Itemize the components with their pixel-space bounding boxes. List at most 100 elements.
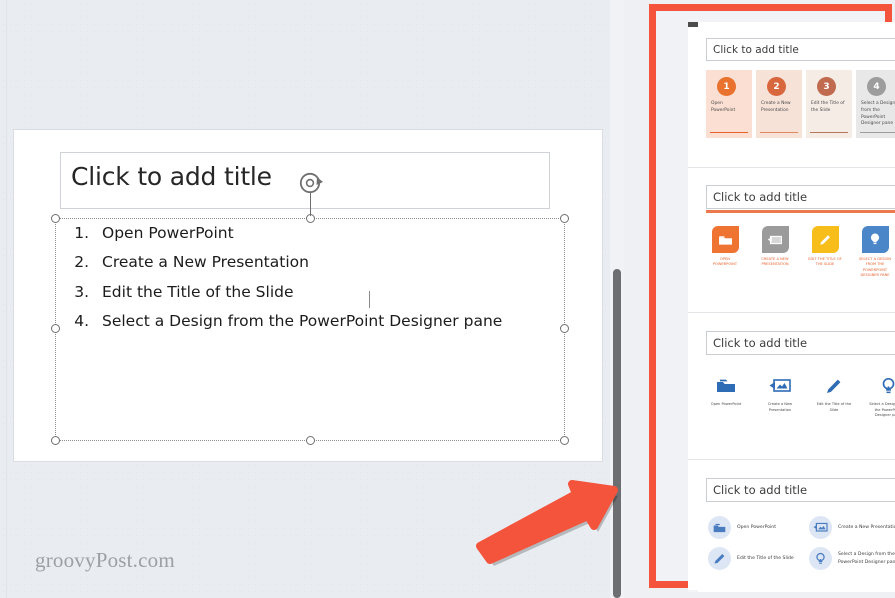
powerpoint-window: Click to add title Open PowerPoint Creat… <box>0 0 895 598</box>
body-placeholder[interactable]: Open PowerPoint Create a New Presentatio… <box>55 218 565 441</box>
tile-item: OPEN POWERPOINT <box>708 226 742 279</box>
lightbulb-icon <box>861 226 889 253</box>
folder-icon <box>711 226 739 253</box>
badge-label: Open PowerPoint <box>737 524 777 530</box>
resize-handle-middle-right[interactable] <box>560 324 569 333</box>
tile-label: SELECT A DESIGN FROM THE POWERPOINT DESI… <box>858 257 892 278</box>
icon-label: Create a New Presentation <box>767 402 793 412</box>
lightbulb-glyph <box>816 552 825 564</box>
tile-item: EDIT THE TITLE OF THE SLIDE <box>808 226 842 279</box>
design-thumbnail: Click to add title 1 Open PowerPoint 2 C… <box>698 22 895 163</box>
column-label: Create a New Presentation <box>761 101 791 113</box>
designer-design-list[interactable]: Click to add title 1 Open PowerPoint 2 C… <box>688 22 895 592</box>
presentation-icon <box>761 226 789 253</box>
badge-label: Edit the Title of the Slide <box>737 555 794 561</box>
thumb-title: Click to add title <box>706 185 895 209</box>
tile-item: SELECT A DESIGN FROM THE POWERPOINT DESI… <box>858 226 892 279</box>
icon-item: Edit the Title of the Slide <box>812 375 856 419</box>
icon-label: Select a Design from the PowerPoint Desi… <box>869 402 895 418</box>
column-label: Open PowerPoint <box>711 101 736 113</box>
list-item[interactable]: Select a Design from the PowerPoint Desi… <box>94 313 502 330</box>
column-rule <box>710 131 748 133</box>
badge-label: Select a Design from the PowerPoint Desi… <box>838 552 895 565</box>
column-rule <box>810 131 848 133</box>
thumb-title: Click to add title <box>706 38 895 61</box>
design-thumbnail: Click to add title OPEN POWERPOINT CREAT… <box>698 168 895 310</box>
resize-handle-middle-left[interactable] <box>51 324 60 333</box>
numbered-column: 4 Select a Design from the PowerPoint De… <box>856 70 895 138</box>
lightbulb-icon <box>809 547 832 570</box>
body-numbered-list[interactable]: Open PowerPoint Create a New Presentatio… <box>68 225 502 342</box>
slide-canvas[interactable]: Click to add title Open PowerPoint Creat… <box>14 130 602 461</box>
pencil-icon <box>812 375 856 397</box>
badge-item: Open PowerPoint <box>708 516 803 539</box>
design-thumbnail: Click to add title Open PowerPoint Creat… <box>698 460 895 592</box>
step-number-badge: 3 <box>817 77 836 96</box>
folder-icon <box>708 516 731 539</box>
list-item[interactable]: Create a New Presentation <box>94 254 502 271</box>
lightbulb-icon <box>866 375 895 397</box>
numbered-column: 1 Open PowerPoint <box>706 70 752 138</box>
column-label: Select a Design from the PowerPoint Desi… <box>861 101 895 127</box>
badge-label: Create a New Presentation <box>838 524 895 530</box>
thumb-title: Click to add title <box>706 478 895 502</box>
designer-pane[interactable]: Click to add title 1 Open PowerPoint 2 C… <box>624 0 895 598</box>
line-icon-row: Open PowerPoint Create a New Presentatio… <box>704 375 895 419</box>
resize-handle-bottom-right[interactable] <box>560 436 569 445</box>
pencil-glyph <box>820 234 830 245</box>
resize-handle-top-left[interactable] <box>51 214 60 223</box>
design-option-1[interactable]: Click to add title 1 Open PowerPoint 2 C… <box>688 22 895 168</box>
pencil-glyph <box>827 379 841 393</box>
list-item[interactable]: Edit the Title of the Slide <box>94 283 502 300</box>
resize-handle-bottom-left[interactable] <box>51 436 60 445</box>
numbered-columns: 1 Open PowerPoint 2 Create a New Present… <box>706 70 895 138</box>
step-number-badge: 4 <box>867 77 886 96</box>
title-underline <box>706 210 895 213</box>
icon-item: Create a New Presentation <box>758 375 802 419</box>
column-rule <box>860 131 895 133</box>
red-rectangle-highlight: Click to add title 1 Open PowerPoint 2 C… <box>649 4 895 592</box>
lightbulb-glyph <box>870 233 880 245</box>
red-arrow-pointing-to-designer-pane <box>476 480 618 566</box>
title-placeholder-text: Click to add title <box>71 162 272 191</box>
pencil-glyph <box>714 554 725 564</box>
pencil-icon <box>708 547 731 570</box>
lightbulb-glyph <box>882 377 894 393</box>
step-number-badge: 1 <box>717 77 736 96</box>
resize-handle-bottom-center[interactable] <box>306 436 315 445</box>
presentation-glyph <box>813 522 828 532</box>
rotate-handle[interactable] <box>297 170 323 194</box>
column-label: Edit the Title of the Slide <box>811 101 845 113</box>
rotate-icon <box>299 172 323 194</box>
folder-glyph <box>718 235 732 245</box>
badge-item: Create a New Presentation <box>809 516 895 539</box>
folder-icon <box>704 375 748 397</box>
tile-label: OPEN POWERPOINT <box>712 257 738 267</box>
watermark: groovyPost.com <box>35 548 175 572</box>
numbered-column: 2 Create a New Presentation <box>756 70 802 138</box>
tile-label: CREATE A NEW PRESENTATION <box>761 257 789 267</box>
design-option-4[interactable]: Click to add title Open PowerPoint Creat… <box>688 460 895 592</box>
step-number-badge: 2 <box>767 77 786 96</box>
icon-label: Edit the Title of the Slide <box>816 402 852 412</box>
numbered-column: 3 Edit the Title of the Slide <box>806 70 852 138</box>
tile-item: CREATE A NEW PRESENTATION <box>758 226 792 279</box>
color-tile-row: OPEN POWERPOINT CREATE A NEW PRESENTATIO… <box>708 226 892 279</box>
column-rule <box>760 131 798 133</box>
presentation-icon <box>758 375 802 397</box>
folder-glyph <box>717 379 735 392</box>
design-option-2[interactable]: Click to add title OPEN POWERPOINT CREAT… <box>688 168 895 313</box>
resize-handle-top-right[interactable] <box>560 214 569 223</box>
folder-glyph <box>713 523 726 532</box>
thumb-title: Click to add title <box>706 331 895 355</box>
list-item[interactable]: Open PowerPoint <box>94 225 502 242</box>
design-option-3[interactable]: Click to add title Open PowerPoint Creat… <box>688 313 895 460</box>
left-edge-rule <box>6 0 7 598</box>
badge-item: Edit the Title of the Slide <box>708 547 803 570</box>
presentation-icon <box>809 516 832 539</box>
pencil-icon <box>811 226 839 253</box>
tile-label: EDIT THE TITLE OF THE SLIDE <box>808 257 842 267</box>
text-caret <box>369 291 371 308</box>
design-thumbnail: Click to add title Open PowerPoint Creat… <box>698 313 895 458</box>
presentation-glyph <box>767 235 782 244</box>
